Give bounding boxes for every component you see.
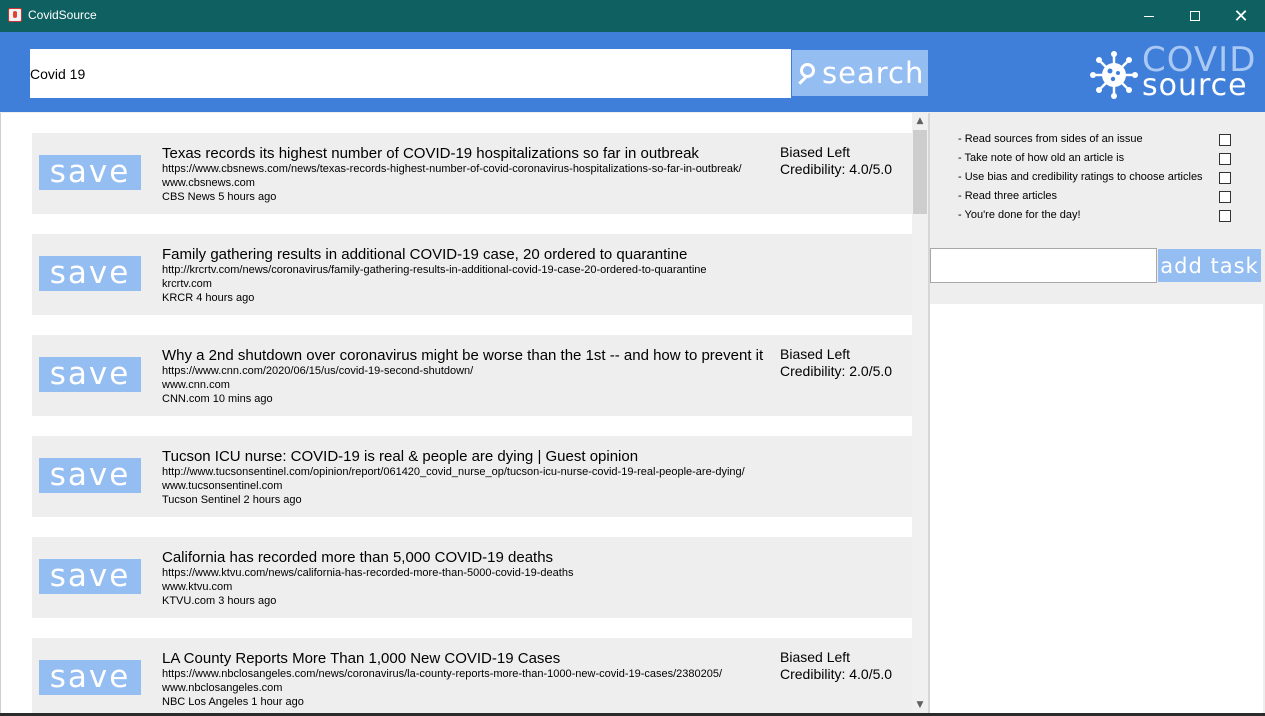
maximize-icon — [1190, 11, 1200, 21]
article-domain: www.nbclosangeles.com — [162, 682, 283, 694]
article-title[interactable]: LA County Reports More Than 1,000 New CO… — [162, 650, 560, 667]
article-card: save California has recorded more than 5… — [32, 537, 912, 618]
article-credibility: Credibility: 2.0/5.0 — [780, 363, 893, 379]
search-icon — [798, 60, 820, 86]
article-domain: www.ktvu.com — [162, 581, 233, 593]
task-item: - Read sources from sides of an issue — [958, 133, 1238, 147]
header-bar: search — [0, 32, 1265, 112]
article-domain: www.tucsonsentinel.com — [162, 480, 283, 492]
title-bar: CovidSource ✕ — [0, 0, 1265, 32]
save-button[interactable]: save — [39, 154, 141, 190]
maximize-button[interactable] — [1172, 0, 1218, 32]
task-label: - You're done for the day! — [958, 209, 1081, 221]
article-bias: Biased Left — [780, 346, 851, 362]
article-card: save Texas records its highest number of… — [32, 133, 912, 214]
article-credibility: Credibility: 4.0/5.0 — [780, 161, 893, 177]
covid-source-logo: COVID source — [1086, 42, 1255, 104]
article-card: save LA County Reports More Than 1,000 N… — [32, 638, 912, 713]
save-button[interactable]: save — [39, 659, 141, 695]
new-task-input[interactable] — [930, 248, 1157, 283]
virus-icon — [1090, 51, 1138, 99]
save-button[interactable]: save — [39, 356, 141, 392]
scroll-up-arrow-icon[interactable]: ▲ — [912, 113, 928, 129]
article-bias: Biased Left — [780, 144, 851, 160]
article-domain: www.cnn.com — [162, 379, 230, 391]
article-domain: krcrtv.com — [162, 278, 212, 290]
article-card: save Family gathering results in additio… — [32, 234, 912, 315]
article-title[interactable]: Family gathering results in additional C… — [162, 246, 687, 263]
scroll-thumb[interactable] — [913, 130, 927, 214]
article-source-time: KRCR 4 hours ago — [162, 292, 255, 304]
scroll-down-arrow-icon[interactable]: ▼ — [912, 697, 928, 713]
task-label: - Read three articles — [958, 190, 1058, 202]
article-title[interactable]: Why a 2nd shutdown over coronavirus migh… — [162, 347, 763, 364]
article-card: save Tucson ICU nurse: COVID-19 is real … — [32, 436, 912, 517]
task-checkbox[interactable] — [1219, 210, 1231, 222]
article-source-time: CBS News 5 hours ago — [162, 191, 277, 203]
task-checkbox[interactable] — [1219, 172, 1231, 184]
article-source-time: KTVU.com 3 hours ago — [162, 595, 277, 607]
minimize-icon — [1144, 15, 1154, 17]
close-icon: ✕ — [1233, 5, 1249, 27]
article-url[interactable]: https://www.nbclosangeles.com/news/coron… — [162, 668, 722, 680]
save-button[interactable]: save — [39, 255, 141, 291]
task-item: - Read three articles — [958, 190, 1238, 204]
minimize-button[interactable] — [1126, 0, 1172, 32]
article-source-time: CNN.com 10 mins ago — [162, 393, 273, 405]
article-bias: Biased Left — [780, 649, 851, 665]
task-label: - Use bias and credibility ratings to ch… — [958, 171, 1203, 183]
java-app-icon — [8, 8, 22, 22]
article-title[interactable]: California has recorded more than 5,000 … — [162, 549, 553, 566]
logo-text-source: source — [1142, 68, 1248, 103]
task-checkbox[interactable] — [1219, 134, 1231, 146]
task-label: - Take note of how old an article is — [958, 152, 1125, 164]
save-button[interactable]: save — [39, 457, 141, 493]
task-label: - Read sources from sides of an issue — [958, 133, 1143, 145]
article-url[interactable]: https://www.cnn.com/2020/06/15/us/covid-… — [162, 365, 473, 377]
save-button[interactable]: save — [39, 558, 141, 594]
article-url[interactable]: https://www.cbsnews.com/news/texas-recor… — [162, 163, 742, 175]
results-list[interactable]: save Texas records its highest number of… — [0, 113, 912, 713]
article-title[interactable]: Tucson ICU nurse: COVID-19 is real & peo… — [162, 448, 638, 465]
task-checkbox[interactable] — [1219, 153, 1231, 165]
article-url[interactable]: http://krcrtv.com/news/coronavirus/famil… — [162, 264, 707, 276]
task-item: - Use bias and credibility ratings to ch… — [958, 171, 1238, 185]
results-scrollbar[interactable]: ▲ ▼ — [912, 113, 928, 713]
task-item: - Take note of how old an article is — [958, 152, 1238, 166]
close-button[interactable]: ✕ — [1218, 0, 1264, 32]
article-source-time: NBC Los Angeles 1 hour ago — [162, 696, 304, 708]
article-domain: www.cbsnews.com — [162, 177, 255, 189]
task-checkbox[interactable] — [1219, 191, 1231, 203]
search-button[interactable]: search — [792, 50, 928, 96]
add-task-button[interactable]: add task — [1158, 249, 1261, 282]
article-title[interactable]: Texas records its highest number of COVI… — [162, 145, 699, 162]
right-panel-empty-area — [930, 304, 1263, 713]
search-button-label: search — [822, 56, 925, 90]
search-input[interactable] — [30, 49, 791, 98]
article-url[interactable]: https://www.ktvu.com/news/california-has… — [162, 567, 573, 579]
article-card: save Why a 2nd shutdown over coronavirus… — [32, 335, 912, 416]
article-url[interactable]: http://www.tucsonsentinel.com/opinion/re… — [162, 466, 745, 478]
article-source-time: Tucson Sentinel 2 hours ago — [162, 494, 302, 506]
task-item: - You're done for the day! — [958, 209, 1238, 223]
window-title: CovidSource — [28, 8, 97, 22]
article-credibility: Credibility: 4.0/5.0 — [780, 666, 893, 682]
